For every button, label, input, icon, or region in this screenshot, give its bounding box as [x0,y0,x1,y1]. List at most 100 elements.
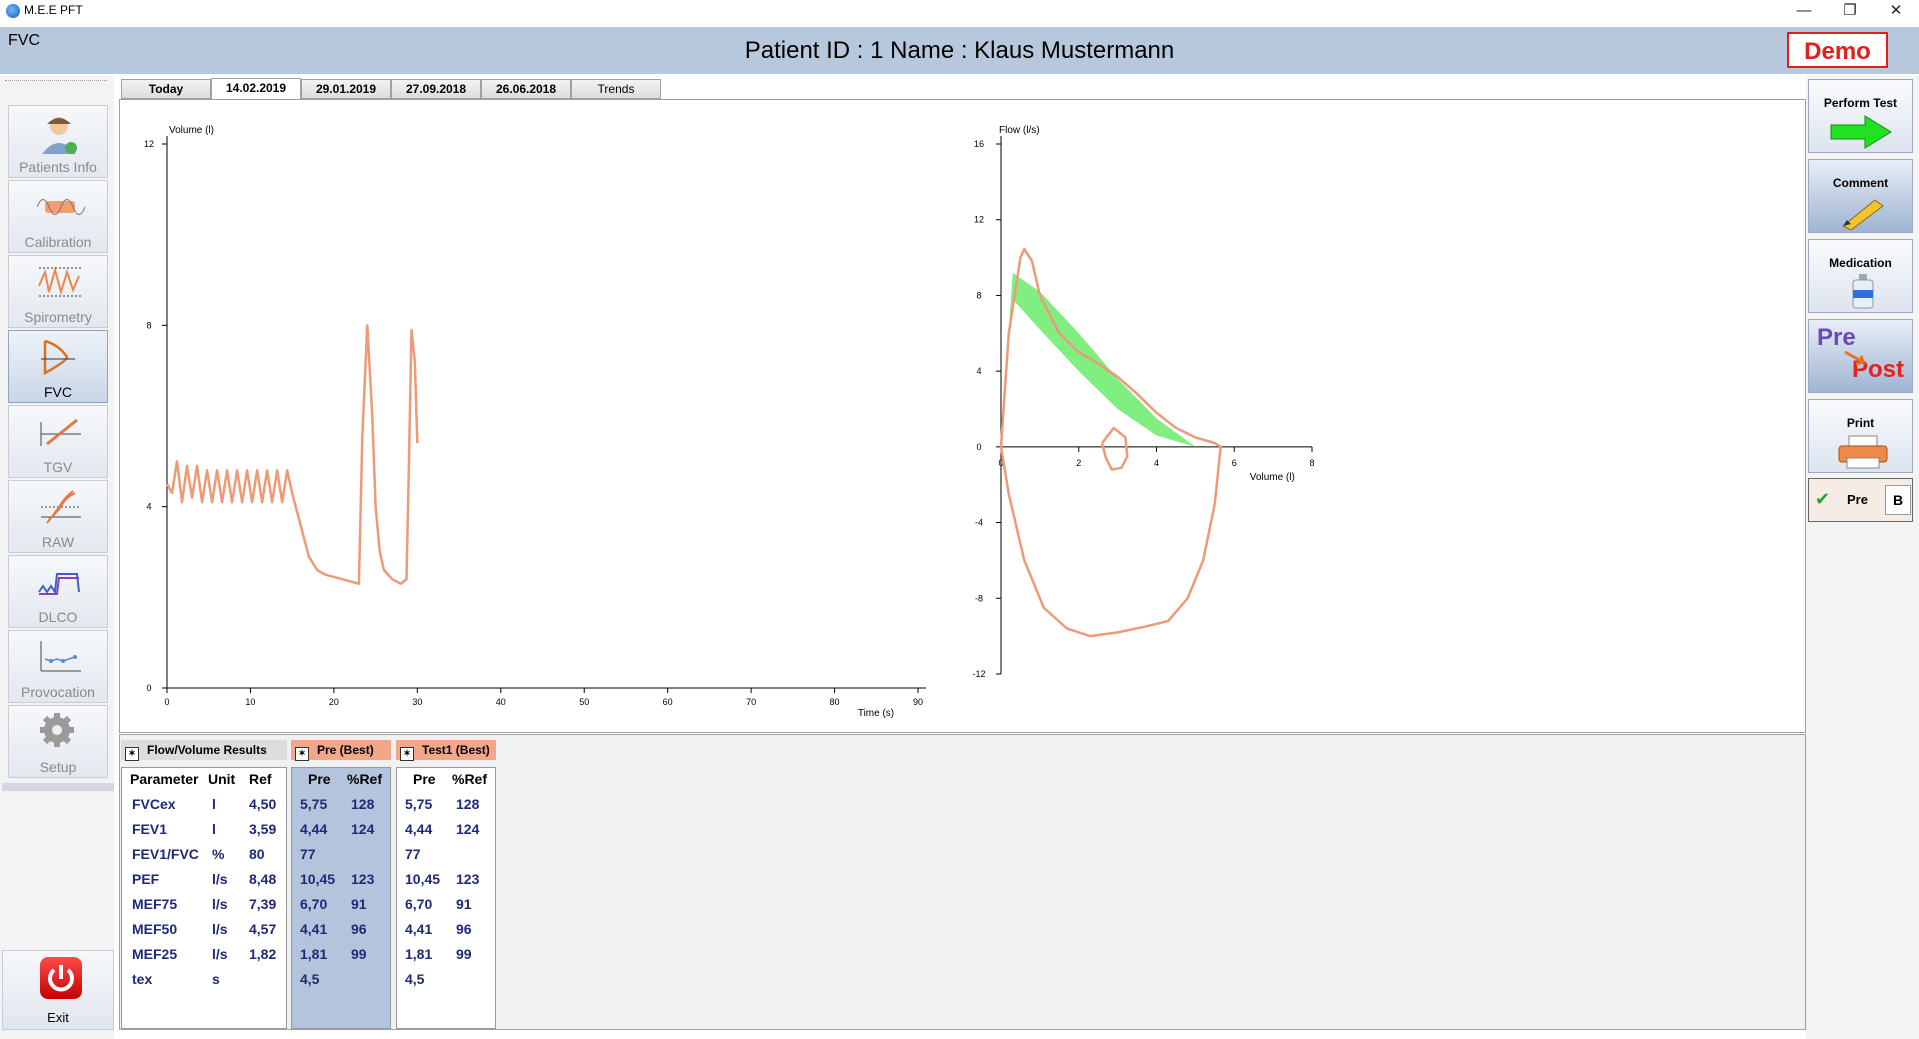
x-tick-label: 0 [164,697,169,707]
ref-cell: 80 [249,846,265,862]
param-cell: MEF75 [132,896,178,912]
medication-button[interactable]: Medication [1808,239,1913,313]
sidebar-item-label: Spirometry [24,309,92,325]
param-cell: FVCex [132,796,176,812]
tgv-icon [40,418,81,446]
column-header: Unit [208,771,236,787]
patient-icon [42,117,77,154]
tab-14-02-2019[interactable]: 14.02.2019 [211,78,301,100]
gear-icon [40,713,74,747]
tab-trends[interactable]: Trends [571,79,661,99]
pre-post-button[interactable]: Pre Post [1808,319,1913,393]
tab-pre-best[interactable]: ✶ Pre (Best) [291,740,391,761]
exit-label: Exit [47,1010,69,1025]
restore-button[interactable]: ❐ [1827,0,1873,22]
window-titlebar [0,0,1919,22]
sidebar-item-fvc[interactable]: FVC [8,330,108,403]
spirometry-icon [38,266,81,297]
y-tick-label: 4 [146,502,151,512]
x-tick-label: 70 [746,697,756,707]
param-cell: MEF25 [132,946,178,962]
pre-toggle-label[interactable]: Pre [1847,492,1868,507]
window-title: M.E.E PFT [24,3,83,17]
y-tick-label: -4 [975,518,983,528]
unit-cell: s [212,971,220,987]
x-tick-label: 50 [579,697,589,707]
sidebar-item-label: Calibration [24,234,92,250]
minimize-button[interactable]: — [1781,0,1827,22]
x-tick-label: 90 [913,697,923,707]
dlco-icon [38,573,80,595]
test1-best-table: Pre %Ref 5,75 128 4,44 124 77 10,45 123 6,70 91 4… [396,767,496,1029]
printer-icon [1838,435,1888,469]
sidebar-item-tgv[interactable]: TGV [8,405,108,478]
sidebar-item-label: Provocation [21,684,95,700]
app-icon [6,4,20,18]
tab-label: Flow/Volume Results [147,743,267,757]
exit-button[interactable]: Exit [2,950,114,1030]
sidebar-item-setup[interactable]: Setup [8,705,108,778]
print-button[interactable]: Print [1808,399,1913,473]
pre-percent-cell: 91 [351,896,367,912]
y-tick-label: 12 [974,215,984,225]
tab-29-01-2019[interactable]: 29.01.2019 [301,79,391,99]
volume-time-line [165,324,419,585]
sidebar-item-dlco[interactable]: DLCO [8,555,108,628]
print-label: Print [1846,416,1875,430]
sidebar-item-calibration[interactable]: Calibration [8,180,108,253]
calibration-icon [37,199,86,215]
column-header: Pre [308,771,331,787]
tab-label: Test1 (Best) [422,743,490,757]
unit-cell: l [212,821,216,837]
comment-button[interactable]: Comment [1808,159,1913,233]
test1-cell: 10,45 [405,871,441,887]
close-button[interactable]: ✕ [1873,0,1919,22]
sidebar-item-spirometry[interactable]: Spirometry [8,255,108,328]
param-cell: FEV1 [132,821,168,837]
sidebar-item-patients-info[interactable]: Patients Info [8,105,108,178]
sidebar-item-provocation[interactable]: Provocation [8,630,108,703]
y-tick-label: 12 [144,139,154,149]
tab-test1-best[interactable]: ✶ Test1 (Best) [396,740,496,761]
arrow-right-icon [1830,115,1892,149]
test1-cell: 1,81 [405,946,433,962]
reference-table: Parameter Unit Ref FVCex l 4,50 FEV1 l 3,59 FE… [121,767,287,1029]
sidebar-item-label: Setup [39,759,77,775]
comment-label: Comment [1832,176,1889,190]
x-tick-label: 8 [1309,458,1314,468]
demo-badge: Demo [1787,32,1888,68]
tab-today[interactable]: Today [121,79,211,99]
sidebar-item-label: RAW [41,534,75,550]
x-tick-label: 6 [1232,458,1237,468]
column-header: Parameter [130,771,199,787]
pre-cell: 4,41 [300,921,328,937]
unit-cell: l/s [212,871,228,887]
pre-percent-cell: 124 [351,821,375,837]
tab-27-09-2018[interactable]: 27.09.2018 [391,79,481,99]
column-header: Ref [249,771,272,787]
y-axis-label: Flow (l/s) [999,125,1040,136]
sidebar-separator [5,80,107,81]
pre-cell: 1,81 [300,946,328,962]
b-toggle-button[interactable]: B [1885,485,1911,515]
sidebar-item-raw[interactable]: RAW [8,480,108,553]
x-tick-label: 20 [329,697,339,707]
y-tick-label: 4 [976,366,981,376]
perform-test-label: Perform Test [1823,96,1898,110]
power-icon [40,957,82,999]
pre-cell: 4,5 [300,971,320,987]
perform-test-button[interactable]: Perform Test [1808,79,1913,153]
unit-cell: l/s [212,896,228,912]
test1-percent-cell: 96 [456,921,472,937]
sidebar-item-label: Patients Info [19,159,97,175]
tab-flow-volume-results[interactable]: ✶ Flow/Volume Results [121,740,287,761]
sidebar-item-label: FVC [44,384,72,400]
sidebar-divider [2,783,114,791]
tab-26-06-2018[interactable]: 26.06.2018 [481,79,571,99]
pre-cell: 6,70 [300,896,328,912]
ref-cell: 7,39 [249,896,277,912]
ref-cell: 4,50 [249,796,277,812]
x-tick-label: 4 [1154,458,1159,468]
pencil-icon [1842,199,1884,230]
star-icon: ✶ [400,747,414,761]
